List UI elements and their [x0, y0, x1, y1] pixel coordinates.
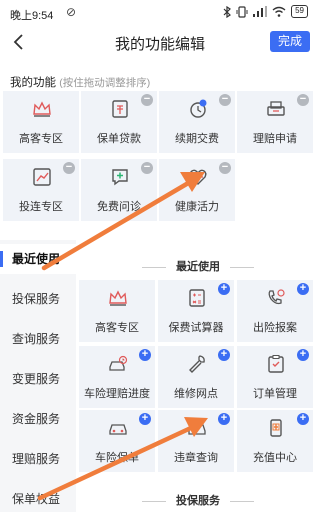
add-icon[interactable]: +	[218, 283, 230, 295]
mute-icon: ⊘	[66, 5, 77, 19]
remove-icon[interactable]: −	[297, 94, 309, 106]
remove-icon[interactable]: −	[141, 162, 153, 174]
tile-label: 投连专区	[19, 201, 63, 213]
crown-icon	[109, 290, 127, 306]
service-tile[interactable]: 订单管理 +	[237, 346, 313, 408]
wifi-icon	[272, 6, 286, 17]
service-tile[interactable]: 高客专区	[79, 280, 155, 342]
loan-doc-icon	[112, 100, 128, 118]
tile-label: 健康活力	[175, 201, 219, 213]
remove-icon[interactable]: −	[63, 162, 75, 174]
tile-label: 保费试算器	[168, 322, 224, 334]
my-functions-section: 我的功能 (按住拖动调整排序) 高客专区 保单贷款 − 续期交费 − 理赔申请 …	[0, 66, 320, 240]
medical-chat-icon	[112, 169, 128, 186]
add-icon[interactable]: +	[139, 349, 151, 361]
sidebar-item-change[interactable]: 变更服务	[0, 364, 76, 394]
service-tile[interactable]: 出险报案 +	[237, 280, 313, 342]
sort-hint: (按住拖动调整排序)	[59, 77, 151, 89]
sidebar-item-insure[interactable]: 投保服务	[0, 284, 76, 314]
remove-icon[interactable]: −	[219, 162, 231, 174]
violation-icon	[188, 424, 206, 435]
service-tile[interactable]: 维修网点 +	[158, 346, 234, 408]
tile-label: 高客专区	[95, 322, 139, 334]
renewal-payment-icon	[190, 99, 207, 118]
sidebar-item-claims[interactable]: 理赔服务	[0, 444, 76, 474]
my-functions-title: 我的功能	[10, 77, 56, 89]
my-function-tile[interactable]: 保单贷款 −	[81, 91, 157, 153]
status-bar: 晚上9:54 ⊘ 59	[0, 0, 320, 26]
insure-group-title: 投保服务	[76, 492, 320, 508]
sidebar-item-funds[interactable]: 资金服务	[0, 404, 76, 434]
category-sidebar: 最近使用 投保服务 查询服务 变更服务 资金服务 理赔服务 保单权益	[0, 240, 76, 512]
nav-bar: 我的功能编辑 完成	[0, 26, 320, 60]
status-icons: 59	[223, 5, 308, 18]
my-function-tile[interactable]: 续期交费 −	[159, 91, 235, 153]
crown-icon	[33, 101, 51, 117]
add-icon[interactable]: +	[218, 349, 230, 361]
tile-label: 充值中心	[253, 452, 297, 464]
phone-report-icon	[268, 289, 285, 305]
my-function-tile[interactable]: 投连专区 −	[3, 159, 79, 221]
remove-icon[interactable]: −	[219, 94, 231, 106]
service-pane: 最近使用 高客专区 保费试算器 + 出险报案 + 车险理赔进度 + 维修网点 +…	[76, 240, 320, 512]
add-icon[interactable]: +	[297, 349, 309, 361]
vibrate-icon	[236, 5, 248, 18]
signal-icon	[253, 6, 268, 17]
remove-icon[interactable]: −	[141, 94, 153, 106]
my-function-tile[interactable]: 理赔申请 −	[237, 91, 313, 153]
add-icon[interactable]: +	[297, 413, 309, 425]
service-tile[interactable]: 车险保单 +	[79, 410, 155, 472]
tile-label: 维修网点	[174, 388, 218, 400]
tile-label: 违章查询	[174, 452, 218, 464]
tile-label: 续期交费	[175, 133, 219, 145]
service-tile[interactable]: 保费试算器 +	[158, 280, 234, 342]
status-time: 晚上9:54	[10, 10, 54, 22]
order-check-icon	[268, 355, 284, 373]
add-icon[interactable]: +	[218, 413, 230, 425]
tile-label: 车险理赔进度	[84, 388, 150, 400]
tile-label: 理赔申请	[253, 133, 297, 145]
tile-label: 订单管理	[253, 388, 297, 400]
tile-label: 出险报案	[253, 322, 297, 334]
sidebar-item-benefits[interactable]: 保单权益	[0, 484, 76, 512]
health-vitality-icon	[189, 169, 207, 185]
recharge-phone-icon	[270, 419, 282, 437]
car-icon	[109, 424, 127, 435]
battery-indicator: 59	[291, 5, 308, 18]
add-icon[interactable]: +	[139, 413, 151, 425]
wrench-icon	[189, 355, 205, 373]
calculator-icon	[189, 289, 205, 307]
service-tile[interactable]: 违章查询 +	[158, 410, 234, 472]
bluetooth-icon	[223, 5, 232, 18]
my-function-tile[interactable]: 健康活力 −	[159, 159, 235, 221]
add-icon[interactable]: +	[297, 283, 309, 295]
tile-label: 车险保单	[95, 452, 139, 464]
done-button[interactable]: 完成	[270, 31, 310, 52]
recent-group-title: 最近使用	[76, 258, 320, 274]
my-functions-header: 我的功能 (按住拖动调整排序)	[10, 74, 150, 90]
tile-label: 高客专区	[19, 133, 63, 145]
sidebar-item-query[interactable]: 查询服务	[0, 324, 76, 354]
insure-title: 投保服务	[176, 495, 220, 507]
recent-title: 最近使用	[176, 261, 220, 273]
my-function-tile[interactable]: 免费问诊 −	[81, 159, 157, 221]
service-tile[interactable]: 充值中心 +	[237, 410, 313, 472]
chart-trend-icon	[33, 168, 51, 186]
tile-label: 免费问诊	[97, 201, 141, 213]
sidebar-item-recent[interactable]: 最近使用	[0, 244, 76, 274]
my-function-tile[interactable]: 高客专区	[3, 91, 79, 153]
claim-print-icon	[267, 101, 285, 116]
service-tile[interactable]: 车险理赔进度 +	[79, 346, 155, 408]
car-claim-icon	[109, 355, 128, 371]
tile-label: 保单贷款	[97, 133, 141, 145]
